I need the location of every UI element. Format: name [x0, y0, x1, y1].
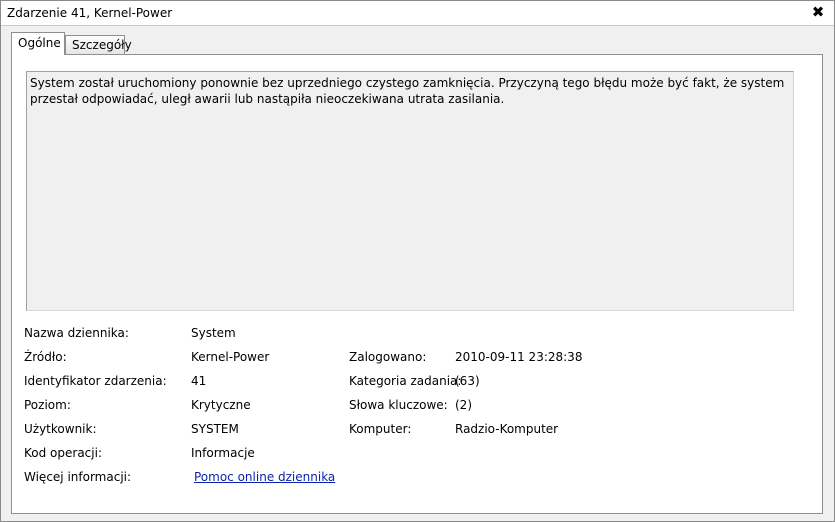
log-name-value: System [191, 326, 236, 340]
user-value: SYSTEM [191, 422, 239, 436]
keywords-label: Słowa kluczowe: [349, 398, 448, 412]
event-id-value: 41 [191, 374, 207, 388]
logged-value: 2010-09-11 23:28:38 [455, 350, 583, 364]
log-name-label: Nazwa dziennika: [24, 326, 129, 340]
event-id-label: Identyfikator zdarzenia: [24, 374, 167, 388]
logged-label: Zalogowano: [349, 350, 427, 364]
event-description[interactable]: System został uruchomiony ponownie bez u… [26, 71, 794, 311]
tab-details[interactable]: Szczegóły [65, 35, 132, 54]
source-label: Źródło: [24, 350, 67, 364]
tab-general[interactable]: Ogólne [11, 32, 65, 55]
opcode-value: Informacje [191, 446, 255, 460]
event-properties-window: Zdarzenie 41, Kernel-Power ✖ Ogólne Szcz… [0, 0, 835, 522]
more-info-label: Więcej informacji: [24, 470, 132, 484]
task-category-value: (63) [455, 374, 480, 388]
level-label: Poziom: [24, 398, 71, 412]
window-title: Zdarzenie 41, Kernel-Power [7, 6, 173, 20]
task-category-label: Kategoria zadania: [349, 374, 462, 388]
user-label: Użytkownik: [24, 422, 97, 436]
general-tab-panel: System został uruchomiony ponownie bez u… [11, 54, 823, 514]
keywords-value: (2) [455, 398, 472, 412]
computer-label: Komputer: [349, 422, 412, 436]
level-value: Krytyczne [191, 398, 251, 412]
opcode-label: Kod operacji: [24, 446, 102, 460]
source-value: Kernel-Power [191, 350, 270, 364]
close-icon[interactable]: ✖ [810, 3, 826, 21]
title-bar: Zdarzenie 41, Kernel-Power ✖ [1, 1, 834, 26]
online-help-link[interactable]: Pomoc online dziennika [194, 470, 335, 484]
computer-value: Radzio-Komputer [455, 422, 559, 436]
